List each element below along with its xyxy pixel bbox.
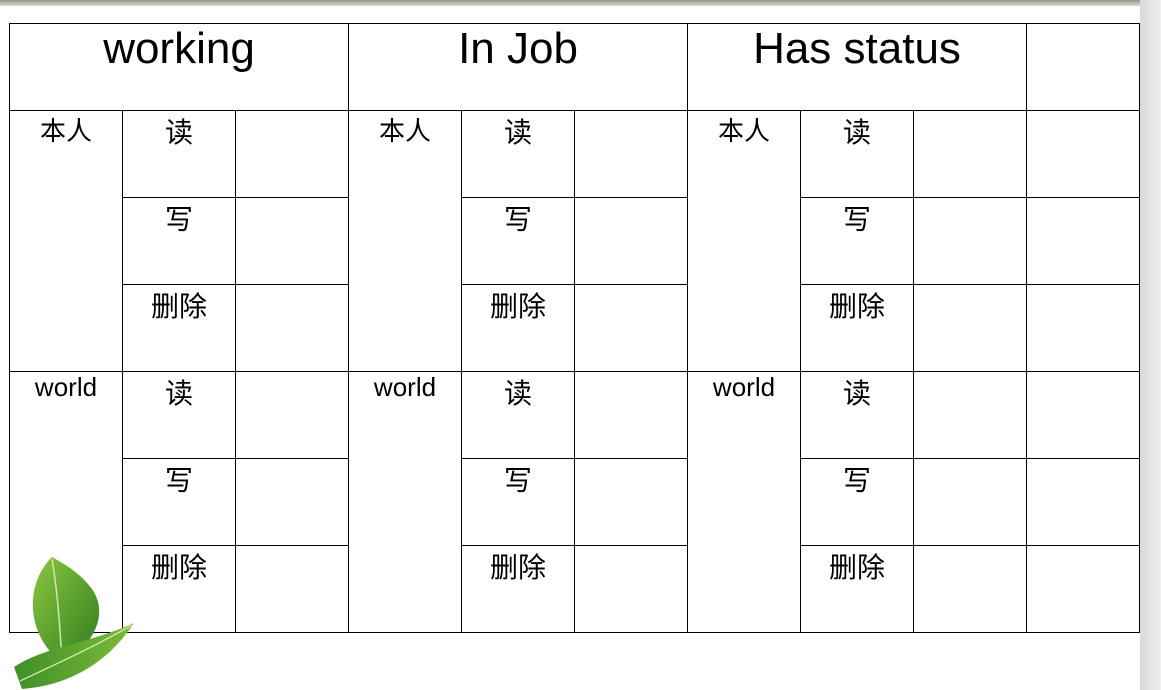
perm-label: 删除	[122, 284, 236, 372]
column-header-empty	[1026, 23, 1140, 111]
perm-label: 删除	[800, 284, 914, 372]
value-cell[interactable]	[1026, 545, 1140, 633]
value-cell[interactable]	[574, 197, 688, 285]
value-cell[interactable]	[1026, 371, 1140, 459]
value-cell[interactable]	[235, 197, 349, 285]
value-cell[interactable]	[235, 110, 349, 198]
perm-label: 删除	[461, 284, 575, 372]
scrollbar-track[interactable]	[1140, 0, 1161, 690]
perm-label: 写	[800, 197, 914, 285]
value-cell[interactable]	[1026, 197, 1140, 285]
perm-label: 写	[461, 458, 575, 546]
role-label: 本人	[348, 110, 462, 372]
green-leaf-icon	[14, 557, 134, 689]
perm-label: 读	[800, 110, 914, 198]
value-cell[interactable]	[913, 458, 1027, 546]
value-cell[interactable]	[235, 458, 349, 546]
role-label: world	[687, 371, 801, 633]
table-row: 写 写 写	[10, 197, 1140, 285]
value-cell[interactable]	[913, 545, 1027, 633]
table-row: 删除 删除 删除	[10, 284, 1140, 372]
value-cell[interactable]	[574, 371, 688, 459]
perm-label: 删除	[800, 545, 914, 633]
perm-label: 读	[122, 371, 236, 459]
perm-label: 写	[122, 458, 236, 546]
value-cell[interactable]	[913, 284, 1027, 372]
value-cell[interactable]	[1026, 458, 1140, 546]
role-label: 本人	[687, 110, 801, 372]
perm-label: 删除	[461, 545, 575, 633]
header-row: working In Job Has status	[9, 23, 1140, 111]
value-cell[interactable]	[1026, 110, 1140, 198]
table-row: 删除 删除 删除	[10, 545, 1140, 633]
value-cell[interactable]	[235, 371, 349, 459]
value-cell[interactable]	[913, 371, 1027, 459]
value-cell[interactable]	[574, 284, 688, 372]
value-cell[interactable]	[1026, 284, 1140, 372]
perm-label: 读	[800, 371, 914, 459]
table-row: 本人 读 本人 读 本人 读	[9, 110, 1140, 372]
value-cell[interactable]	[913, 197, 1027, 285]
value-cell[interactable]	[235, 545, 349, 633]
column-header-in-job: In Job	[348, 23, 688, 111]
column-header-working: working	[9, 23, 349, 111]
table-row: world 读 world 读 world 读	[9, 371, 1140, 633]
perm-label: 写	[800, 458, 914, 546]
value-cell[interactable]	[913, 110, 1027, 198]
role-label: 本人	[9, 110, 123, 372]
perm-label: 写	[461, 197, 575, 285]
perm-label: 读	[461, 371, 575, 459]
role-label: world	[348, 371, 462, 633]
value-cell[interactable]	[235, 284, 349, 372]
column-header-has-status: Has status	[687, 23, 1027, 111]
perm-label: 读	[122, 110, 236, 198]
table-row: 写 写 写	[10, 458, 1140, 546]
perm-label: 读	[461, 110, 575, 198]
value-cell[interactable]	[574, 458, 688, 546]
perm-label: 删除	[122, 545, 236, 633]
permission-table: working In Job Has status 本人 读 本人 读 本人 读…	[9, 23, 1140, 633]
value-cell[interactable]	[574, 545, 688, 633]
perm-label: 写	[122, 197, 236, 285]
value-cell[interactable]	[574, 110, 688, 198]
